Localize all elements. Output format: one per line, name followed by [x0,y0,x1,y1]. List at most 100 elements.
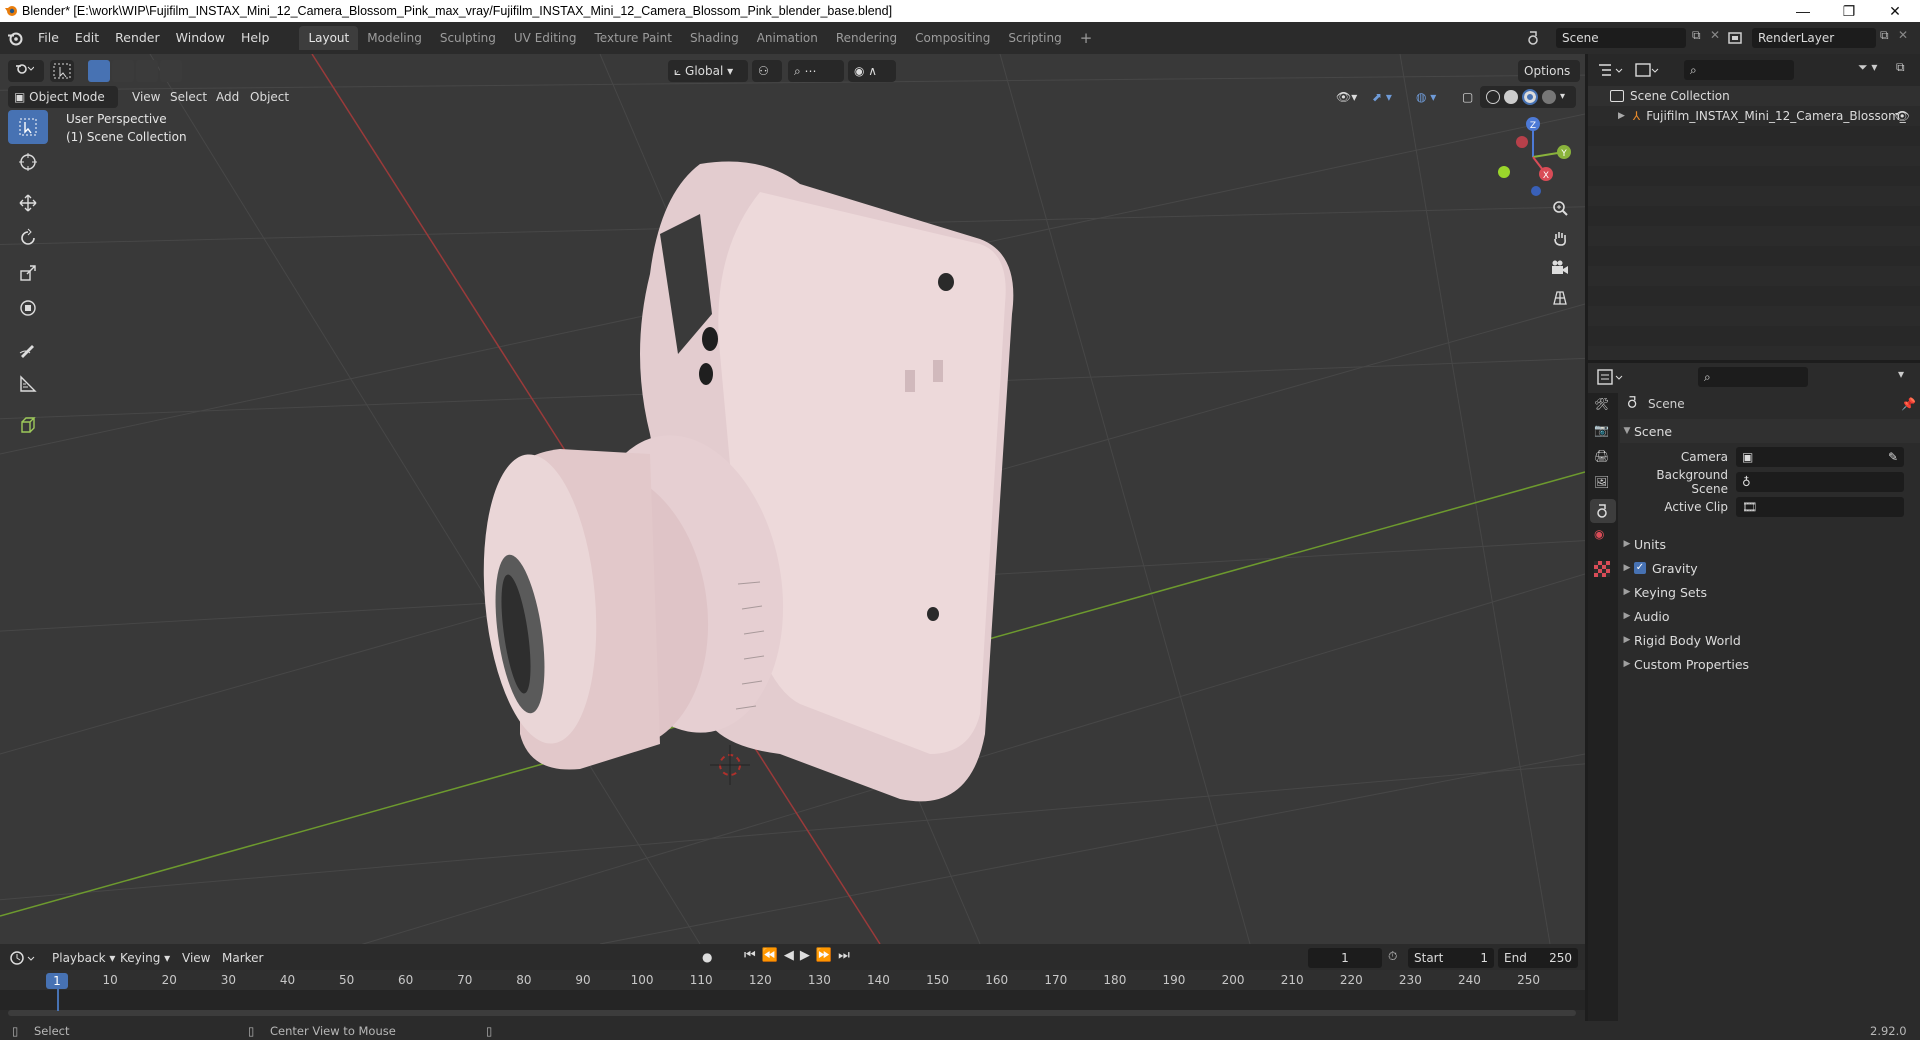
visibility-eye-icon[interactable]: 👁 [1895,109,1910,123]
play-icon[interactable]: ▶ [800,948,810,963]
gravity-checkbox[interactable]: ✓ [1634,562,1646,574]
xray-toggle-icon[interactable]: ▢ [1456,86,1479,108]
select-mode-tool-button[interactable] [50,60,74,82]
rotate-tool[interactable] [8,221,48,255]
preview-range-icon[interactable]: ⏱ [1388,949,1397,964]
viewport-menu-select[interactable]: Select [164,86,213,108]
start-frame-field[interactable]: Start 1 [1408,948,1494,968]
navigation-gizmo[interactable]: Z Y X [1488,112,1578,202]
select-box-tool[interactable] [8,110,48,144]
tab-rendering[interactable]: Rendering [827,26,906,50]
marker-menu[interactable]: Marker [216,947,269,969]
keying-sets-panel-header[interactable]: ▶ Keying Sets [1620,580,1920,604]
select-extend-icon[interactable] [112,60,134,82]
tab-texture-paint[interactable]: Texture Paint [586,26,681,50]
expand-chevron-icon[interactable]: ▶ [1618,111,1625,121]
transform-tool[interactable] [8,291,48,325]
pan-hand-icon[interactable] [1548,226,1572,250]
end-frame-field[interactable]: End 250 [1498,948,1578,968]
tab-animation[interactable]: Animation [748,26,827,50]
add-workspace-button[interactable]: + [1071,26,1102,50]
current-frame-field[interactable]: 1 [1308,948,1382,968]
background-scene-field[interactable]: ♁ [1736,472,1904,492]
output-tab-icon[interactable]: 🖨 [1594,449,1609,463]
proportional-edit-toggle[interactable]: ◉ ∧ [848,60,896,82]
view-layer-selector[interactable]: RenderLayer [1752,28,1876,48]
rigid-body-world-panel-header[interactable]: ▶ Rigid Body World [1620,628,1920,652]
object-mode-dropdown[interactable]: ▣ Object Mode ▾ [8,86,118,126]
active-clip-field[interactable]: 🎞 [1736,497,1904,517]
minimize-button[interactable]: — [1780,0,1826,22]
view-layer-tab-icon[interactable]: 🖼 [1594,475,1609,489]
texture-tab-icon[interactable] [1594,561,1610,577]
shading-options-icon[interactable]: ▾ [1560,86,1565,108]
camera-view-icon[interactable] [1548,256,1572,280]
menu-file[interactable]: File [30,26,67,50]
scene-tab-icon[interactable] [1590,499,1616,523]
filter-icon[interactable]: ⏷ ▾ [1858,60,1877,75]
gravity-panel-header[interactable]: ▶ ✓ Gravity [1620,556,1920,580]
properties-editor-type-icon[interactable] [1596,367,1628,387]
tab-shading[interactable]: Shading [681,26,748,50]
annotate-tool[interactable] [8,332,48,366]
audio-panel-header[interactable]: ▶ Audio [1620,604,1920,628]
outliner-row-object[interactable]: ▶ ⅄ Fujifilm_INSTAX_Mini_12_Camera_Bloss… [1588,106,1920,126]
outliner-editor-type-icon[interactable] [1596,60,1628,80]
camera-field[interactable]: ▣ ✎ [1736,447,1904,467]
gizmo-toggle-icon[interactable]: ⬈ ▾ [1366,86,1398,108]
jump-start-icon[interactable]: ⏮ [744,948,756,963]
viewport-menu-add[interactable]: Add [210,86,245,108]
overlays-toggle-icon[interactable]: ◍ ▾ [1410,86,1442,108]
timeline-view-menu[interactable]: View [176,947,216,969]
outliner-row-scene-collection[interactable]: Scene Collection [1588,86,1920,106]
menu-window[interactable]: Window [168,26,233,50]
properties-search-input[interactable]: ⌕ [1698,367,1808,387]
playback-menu[interactable]: Playback ▾ [46,947,121,969]
keying-menu[interactable]: Keying ▾ [114,947,176,969]
scene-selector[interactable]: Scene [1556,28,1686,48]
auto-keying-record-icon[interactable]: ● [702,950,712,964]
viewport-menu-view[interactable]: View [126,86,166,108]
units-panel-header[interactable]: ▶ Units [1620,532,1920,556]
tab-compositing[interactable]: Compositing [906,26,999,50]
viewport-menu-object[interactable]: Object [244,86,295,108]
eyedropper-icon[interactable]: ✎ [1888,447,1898,467]
view-layer-icon[interactable] [1726,28,1746,48]
tab-sculpting[interactable]: Sculpting [431,26,505,50]
snap-toggle[interactable]: ⌕ ⋯ [788,60,844,82]
menu-render[interactable]: Render [107,26,168,50]
zoom-icon[interactable] [1548,196,1572,220]
tab-modeling[interactable]: Modeling [358,26,431,50]
3d-viewport[interactable]: ⟀ Global ▾ ⚇ ⌕ ⋯ ◉ ∧ Options ▾ ▣ Object … [0,54,1585,944]
scale-tool[interactable] [8,256,48,290]
outliner-search-input[interactable]: ⌕ [1684,60,1794,80]
menu-edit[interactable]: Edit [67,26,107,50]
pin-icon[interactable]: 📌 [1901,397,1916,411]
timeline-editor-type-icon[interactable] [8,948,40,968]
transform-orientation-dropdown[interactable]: ⟀ Global ▾ [668,60,748,82]
add-cube-tool[interactable] [8,408,48,442]
display-mode-icon[interactable] [1634,60,1662,80]
play-reverse-icon[interactable]: ◀ [784,948,794,963]
new-view-layer-icon[interactable]: ⧉ [1880,28,1889,43]
world-tab-icon[interactable]: ◉ [1594,527,1604,541]
measure-tool[interactable] [8,367,48,401]
options-dropdown[interactable]: Options ▾ [1518,60,1580,100]
material-shading-icon[interactable] [1522,89,1538,105]
blender-menu-icon[interactable] [0,30,30,46]
new-collection-icon[interactable]: ⧉ [1896,60,1905,75]
jump-end-icon[interactable]: ⏭ [838,948,850,963]
3d-cursor-icon[interactable] [710,745,750,785]
move-tool[interactable] [8,186,48,220]
cursor-tool[interactable] [8,145,48,179]
new-scene-icon[interactable]: ⧉ [1692,28,1701,43]
next-keyframe-icon[interactable]: ⏩ [816,948,832,963]
visibility-dropdown[interactable]: 👁▾ [1330,86,1363,108]
scene-panel-header[interactable]: ▼ Scene [1620,419,1920,443]
delete-view-layer-icon[interactable]: ✕ [1898,28,1908,42]
properties-options-icon[interactable]: ▾ [1898,367,1904,381]
tool-tab-icon[interactable]: 🛠 [1594,397,1609,411]
timeline-scrollbar[interactable] [8,1010,1576,1016]
solid-shading-icon[interactable] [1504,90,1518,104]
pivot-point-dropdown[interactable]: ⚇ [752,60,782,82]
